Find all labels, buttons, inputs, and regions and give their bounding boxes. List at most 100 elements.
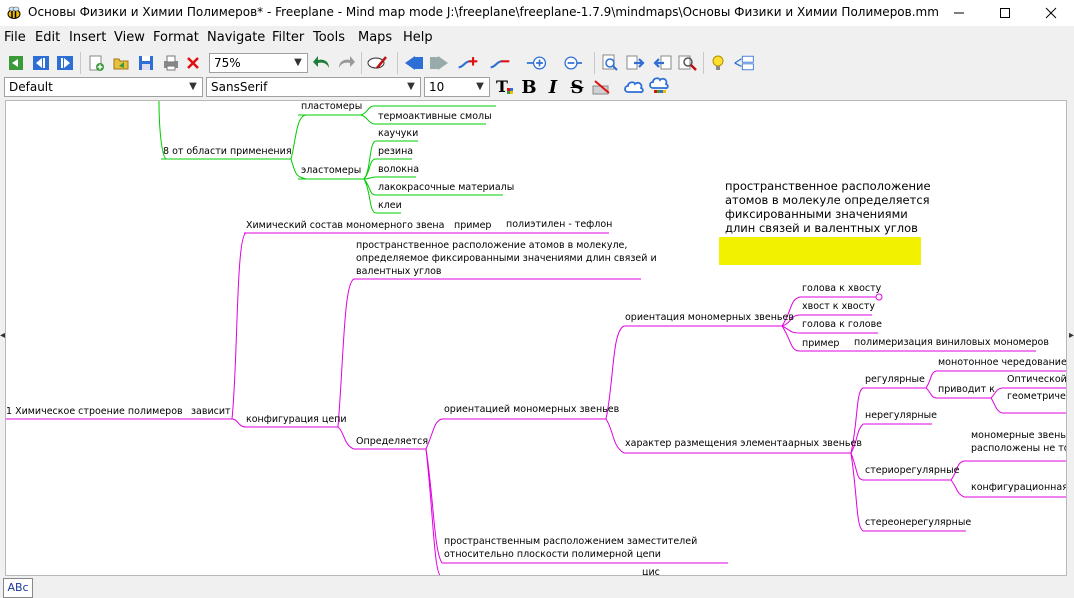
free-note-line-3[interactable]: фиксированными значениями	[725, 207, 908, 221]
left-collapse-handle[interactable]: ◂	[0, 330, 5, 342]
add-child-node-icon[interactable]	[457, 52, 479, 74]
open-map-icon[interactable]	[110, 52, 132, 74]
node-substituents-line-1[interactable]: пространственным расположением заместите…	[444, 536, 697, 547]
menu-file[interactable]: File	[4, 30, 26, 45]
menu-tools[interactable]: Tools	[313, 30, 345, 45]
window-title: Основы Физики и Химии Полимеров* - Freep…	[28, 5, 939, 19]
node-rubbers[interactable]: каучуки	[378, 128, 418, 139]
strikethrough-button[interactable]: S	[566, 76, 588, 98]
menu-maps[interactable]: Maps	[358, 30, 392, 45]
maximize-button[interactable]	[982, 0, 1028, 26]
menu-navigate[interactable]: Navigate	[207, 30, 265, 45]
font-size-combo[interactable]: 10 ▼	[424, 77, 490, 97]
new-map-icon[interactable]	[85, 52, 107, 74]
node-substituents-line-2[interactable]: относительно плоскости полимерной цепи	[444, 549, 661, 560]
node-example-2[interactable]: пример	[802, 338, 839, 349]
fold-forward-icon[interactable]	[428, 52, 450, 74]
right-collapse-handle[interactable]: ▸	[1069, 330, 1074, 342]
cloud-color-icon[interactable]	[648, 76, 670, 98]
node-optical[interactable]: Оптической и	[1007, 374, 1066, 385]
menu-help[interactable]: Help	[403, 30, 433, 45]
node-thermoactive-resins[interactable]: термоактивные смолы	[378, 111, 492, 122]
menu-filter[interactable]: Filter	[272, 30, 304, 45]
cloud-icon[interactable]	[623, 76, 645, 98]
node-placement-character[interactable]: характер размещения элементаарных звенье…	[625, 438, 862, 449]
node-cis[interactable]: цис	[642, 567, 660, 575]
free-note-line-4[interactable]: длин связей и валентных углов	[725, 221, 918, 235]
minimize-button[interactable]	[936, 0, 982, 26]
node-geometric[interactable]: геометричес	[1007, 391, 1066, 402]
zoom-combo[interactable]: 75% ▼	[209, 53, 308, 73]
node-irregular[interactable]: нерегулярные	[865, 410, 937, 421]
connectors-icon[interactable]	[733, 52, 755, 74]
node-chain-configuration[interactable]: конфигурация цепи	[246, 414, 347, 425]
menu-edit[interactable]: Edit	[35, 30, 60, 45]
redo-icon[interactable]	[335, 52, 357, 74]
remove-node-icon[interactable]	[489, 52, 511, 74]
node-vinyl-polymerization[interactable]: полимеризация виниловых мономеров	[854, 337, 1049, 348]
style-combo[interactable]: Default ▼	[4, 77, 203, 97]
node-regular[interactable]: регулярные	[865, 374, 925, 385]
node-configurational[interactable]: конфигурационная о	[971, 482, 1066, 493]
previous-map-icon[interactable]	[30, 52, 52, 74]
node-spatial-line-3[interactable]: валентных углов	[356, 266, 442, 277]
remove-format-icon[interactable]	[591, 76, 613, 98]
node-fibers[interactable]: волокна	[378, 164, 419, 175]
navigate-back-icon[interactable]	[5, 52, 27, 74]
free-note-line-1[interactable]: пространственное расположение	[725, 179, 931, 193]
node-root-chemical-structure[interactable]: 1 Химическое строение полимеров	[6, 406, 183, 417]
collapse-node-icon[interactable]	[560, 52, 582, 74]
chevron-down-icon: ▼	[407, 81, 415, 92]
print-icon[interactable]	[160, 52, 182, 74]
node-depends[interactable]: зависит	[191, 406, 231, 417]
freeplane-bee-icon	[7, 6, 21, 19]
menu-format[interactable]: Format	[153, 30, 199, 45]
node-by-application-field[interactable]: 8 от области применения	[163, 146, 292, 157]
node-chemical-composition[interactable]: Химический состав мономерного звена	[246, 220, 444, 231]
node-spatial-line-1[interactable]: пространственное расположение атомов в м…	[356, 240, 627, 251]
node-stereoirregular[interactable]: стереонерегулярные	[865, 517, 971, 528]
close-button[interactable]	[1028, 0, 1074, 26]
bold-button[interactable]: B	[518, 76, 540, 98]
find-icon[interactable]	[599, 52, 621, 74]
font-combo[interactable]: SansSerif ▼	[206, 77, 421, 97]
menu-insert[interactable]: Insert	[69, 30, 106, 45]
node-head-to-tail[interactable]: голова к хвосту	[802, 283, 881, 294]
node-monomer-units-line-2[interactable]: расположены не толь	[971, 443, 1066, 454]
filter-icon[interactable]	[677, 52, 699, 74]
node-spatial-line-2[interactable]: определяемое фиксированными значениями д…	[356, 253, 657, 264]
node-leads-to[interactable]: приводит к	[938, 384, 995, 395]
node-determined[interactable]: Определяется	[356, 436, 428, 447]
mind-map-canvas[interactable]: пластомеры термоактивные смолы 8 от обла…	[5, 100, 1067, 576]
find-next-icon[interactable]	[625, 52, 647, 74]
expand-node-icon[interactable]	[526, 52, 548, 74]
menu-bar: File Edit Insert View Format Navigate Fi…	[0, 28, 1074, 48]
text-color-icon[interactable]: T	[494, 76, 516, 98]
lightbulb-icon[interactable]	[707, 52, 729, 74]
node-resin[interactable]: резина	[378, 146, 413, 157]
next-map-icon[interactable]	[54, 52, 76, 74]
menu-view[interactable]: View	[114, 30, 145, 45]
node-paints[interactable]: лакокрасочные материалы	[378, 182, 514, 193]
node-tail-to-tail[interactable]: хвост к хвосту	[802, 301, 875, 312]
fold-back-icon[interactable]	[403, 52, 425, 74]
node-monomer-units-line-1[interactable]: мономерные звенья н	[971, 430, 1066, 441]
italic-button[interactable]: I	[542, 76, 564, 98]
save-icon[interactable]	[135, 52, 157, 74]
node-by-orientation-units[interactable]: ориентацией мономерных звеньев	[444, 404, 619, 415]
edit-node-icon[interactable]	[367, 52, 389, 74]
node-plastomers[interactable]: пластомеры	[301, 101, 362, 112]
node-elastomers[interactable]: эластомеры	[301, 165, 361, 176]
node-polyethylene-teflon[interactable]: полиэтилен - тефлон	[506, 219, 612, 230]
spellcheck-icon[interactable]: ABc	[3, 578, 33, 598]
node-monotone-alternation[interactable]: монотонное чередование зв	[938, 357, 1066, 368]
node-orientation-units[interactable]: ориентация мономерных звеньев	[625, 312, 794, 323]
node-glues[interactable]: клеи	[378, 200, 402, 211]
free-note-line-2[interactable]: атомов в молекуле определяется	[725, 193, 930, 207]
close-map-icon[interactable]	[182, 52, 204, 74]
node-example[interactable]: пример	[454, 220, 491, 231]
undo-icon[interactable]	[311, 52, 333, 74]
node-head-to-head[interactable]: голова к голове	[802, 319, 882, 330]
find-previous-icon[interactable]	[651, 52, 673, 74]
node-stereoregular[interactable]: стериорегулярные	[865, 465, 959, 476]
